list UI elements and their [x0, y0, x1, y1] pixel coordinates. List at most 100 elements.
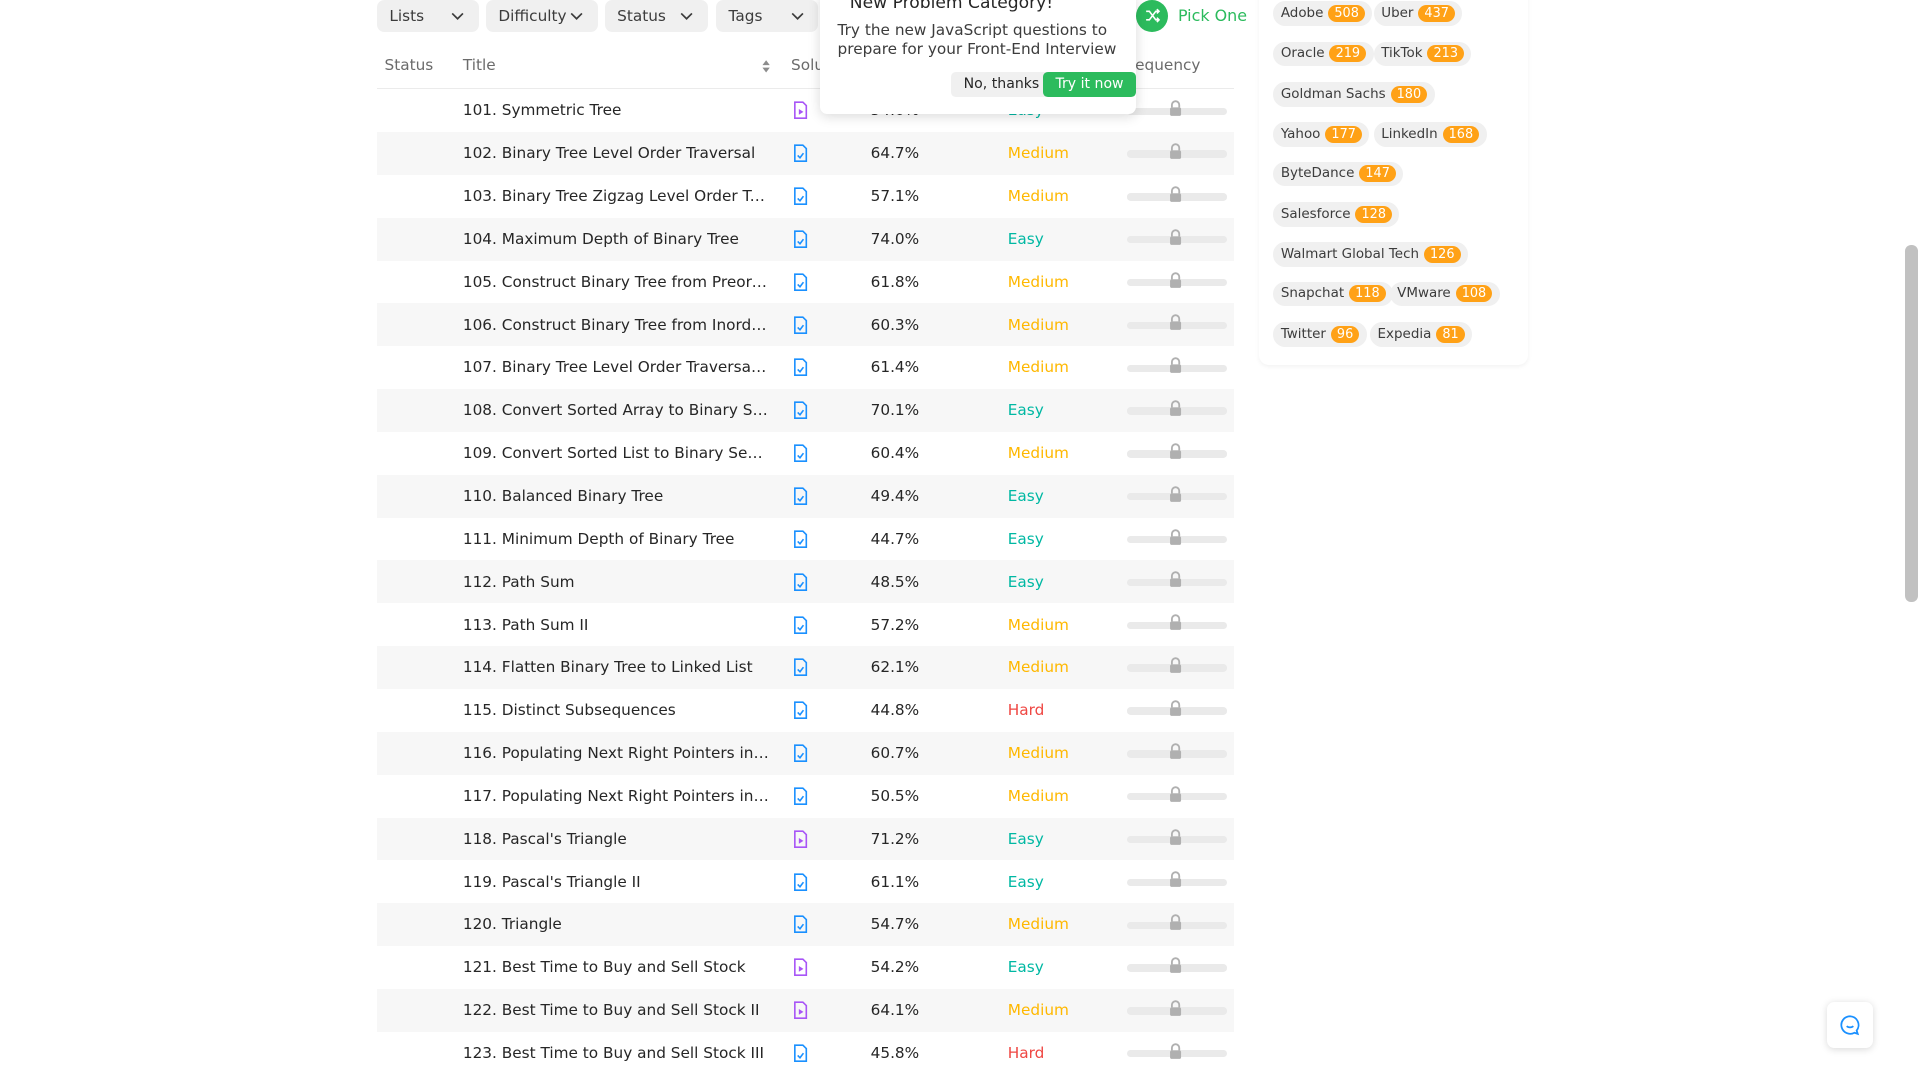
problem-title-link[interactable]: 105. Construct Binary Tree from Preorder… — [463, 273, 769, 291]
problem-title-link[interactable]: 121. Best Time to Buy and Sell Stock — [463, 958, 769, 976]
video-icon[interactable] — [792, 101, 809, 120]
article-icon[interactable] — [792, 401, 809, 420]
problem-title-link[interactable]: 111. Minimum Depth of Binary Tree — [463, 530, 769, 548]
video-icon[interactable] — [792, 958, 809, 977]
problem-title-link[interactable]: 118. Pascal's Triangle — [463, 830, 769, 848]
filter-status[interactable]: Status — [604, 0, 708, 32]
lock-icon[interactable] — [1167, 100, 1184, 117]
lock-icon[interactable] — [1167, 1043, 1184, 1060]
no-thanks-button[interactable]: No, thanks — [951, 72, 1052, 97]
lock-icon[interactable] — [1167, 571, 1184, 588]
article-icon[interactable] — [792, 444, 809, 463]
problem-title-link[interactable]: 122. Best Time to Buy and Sell Stock II — [463, 1001, 769, 1019]
problem-title-link[interactable]: 107. Binary Tree Level Order Traversal I… — [463, 358, 769, 376]
company-tag[interactable]: Goldman Sachs 180 — [1273, 82, 1435, 107]
filter-difficulty[interactable]: Difficulty — [486, 0, 598, 32]
company-tag[interactable]: Snapchat 118 — [1273, 281, 1394, 307]
article-icon[interactable] — [792, 701, 809, 720]
pick-one-button[interactable]: Pick One — [1136, 0, 1247, 32]
lock-icon[interactable] — [1167, 314, 1184, 331]
lock-icon[interactable] — [1167, 186, 1184, 203]
lock-icon[interactable] — [1167, 357, 1184, 374]
company-count-badge: 96 — [1330, 325, 1360, 343]
article-icon[interactable] — [792, 487, 809, 505]
problem-title-link[interactable]: 110. Balanced Binary Tree — [463, 487, 769, 505]
lock-icon[interactable] — [1167, 700, 1184, 717]
lock-icon[interactable] — [1167, 657, 1184, 674]
article-icon[interactable] — [792, 573, 809, 591]
article-icon[interactable] — [792, 358, 809, 377]
problem-title-link[interactable]: 108. Convert Sorted Array to Binary Sear… — [463, 401, 769, 419]
page: Lists Difficulty Status Tags Pick One St… — [0, 0, 1920, 1080]
article-icon[interactable] — [792, 744, 809, 763]
problem-title-link[interactable]: 117. Populating Next Right Pointers in E… — [463, 787, 769, 805]
company-tag[interactable]: ByteDance 147 — [1273, 161, 1404, 187]
lock-icon[interactable] — [1167, 528, 1184, 546]
problem-title-link[interactable]: 116. Populating Next Right Pointers in E… — [463, 744, 769, 762]
problem-title-link[interactable]: 119. Pascal's Triangle II — [463, 873, 769, 891]
lock-icon[interactable] — [1167, 1000, 1184, 1017]
company-tag[interactable]: Expedia 81 — [1370, 322, 1473, 347]
header-frequency[interactable]: equency — [1135, 56, 1200, 74]
company-tag[interactable]: LinkedIn 168 — [1373, 122, 1487, 147]
company-tag[interactable]: TikTok 213 — [1373, 41, 1472, 67]
problem-title-link[interactable]: 109. Convert Sorted List to Binary Searc… — [463, 444, 769, 462]
problem-title-link[interactable]: 103. Binary Tree Zigzag Level Order Trav… — [463, 187, 769, 205]
problem-title-link[interactable]: 113. Path Sum II — [463, 616, 769, 634]
article-icon[interactable] — [792, 1044, 809, 1062]
article-icon[interactable] — [792, 187, 809, 206]
article-icon[interactable] — [792, 144, 809, 163]
lock-icon[interactable] — [1167, 486, 1184, 503]
article-icon[interactable] — [792, 872, 809, 891]
article-icon[interactable] — [792, 230, 809, 248]
company-tag[interactable]: Uber 437 — [1373, 1, 1463, 26]
lock-icon[interactable] — [1167, 400, 1184, 417]
problem-title-link[interactable]: 101. Symmetric Tree — [463, 101, 769, 119]
article-icon[interactable] — [792, 530, 809, 548]
article-icon[interactable] — [792, 315, 809, 334]
company-tag[interactable]: Yahoo 177 — [1273, 122, 1370, 147]
problem-title-link[interactable]: 106. Construct Binary Tree from Inorder … — [463, 316, 769, 334]
company-tag[interactable]: Salesforce 128 — [1273, 202, 1400, 227]
article-icon[interactable] — [792, 787, 809, 805]
video-icon[interactable] — [792, 830, 809, 848]
problem-title-link[interactable]: 112. Path Sum — [463, 573, 769, 591]
lock-icon[interactable] — [1167, 143, 1184, 160]
article-icon[interactable] — [792, 915, 809, 934]
article-icon[interactable] — [792, 273, 809, 291]
lock-icon[interactable] — [1167, 614, 1184, 631]
header-title[interactable]: Title — [463, 56, 496, 74]
lock-icon[interactable] — [1167, 229, 1184, 246]
sort-icon[interactable] — [760, 59, 772, 74]
lock-icon[interactable] — [1167, 743, 1184, 760]
try-it-now-button[interactable]: Try it now — [1043, 72, 1136, 97]
filter-tags[interactable]: Tags — [716, 0, 818, 32]
header-solution[interactable]: Solu — [791, 56, 824, 74]
chat-button[interactable] — [1826, 1001, 1874, 1049]
table-row: 102. Binary Tree Level Order Traversal 64… — [377, 132, 1235, 175]
company-tag[interactable]: Adobe 508 — [1273, 1, 1373, 26]
video-icon[interactable] — [792, 1001, 809, 1020]
problem-title-link[interactable]: 120. Triangle — [463, 915, 769, 933]
page-scrollbar[interactable] — [1905, 244, 1918, 603]
lock-icon[interactable] — [1167, 914, 1184, 931]
company-tag[interactable]: Oracle 219 — [1273, 41, 1374, 67]
article-icon[interactable] — [792, 658, 809, 677]
company-tag[interactable]: VMware 108 — [1389, 281, 1500, 307]
lock-icon[interactable] — [1167, 871, 1184, 888]
lock-icon[interactable] — [1167, 785, 1184, 803]
problem-title-link[interactable]: 123. Best Time to Buy and Sell Stock III — [463, 1044, 769, 1062]
problem-title-link[interactable]: 114. Flatten Binary Tree to Linked List — [463, 658, 769, 676]
problem-title-link[interactable]: 115. Distinct Subsequences — [463, 701, 769, 719]
company-tag[interactable]: Walmart Global Tech 126 — [1273, 242, 1468, 267]
article-icon[interactable] — [792, 615, 809, 634]
lock-icon[interactable] — [1167, 271, 1184, 289]
problem-title-link[interactable]: 102. Binary Tree Level Order Traversal — [463, 144, 769, 162]
problem-title-link[interactable]: 104. Maximum Depth of Binary Tree — [463, 230, 769, 248]
lock-icon[interactable] — [1167, 443, 1184, 460]
filter-lists[interactable]: Lists — [377, 0, 479, 32]
lock-icon[interactable] — [1167, 957, 1184, 974]
lock-icon[interactable] — [1167, 828, 1184, 846]
company-count-badge: 437 — [1418, 4, 1456, 23]
company-tag[interactable]: Twitter 96 — [1273, 322, 1367, 347]
